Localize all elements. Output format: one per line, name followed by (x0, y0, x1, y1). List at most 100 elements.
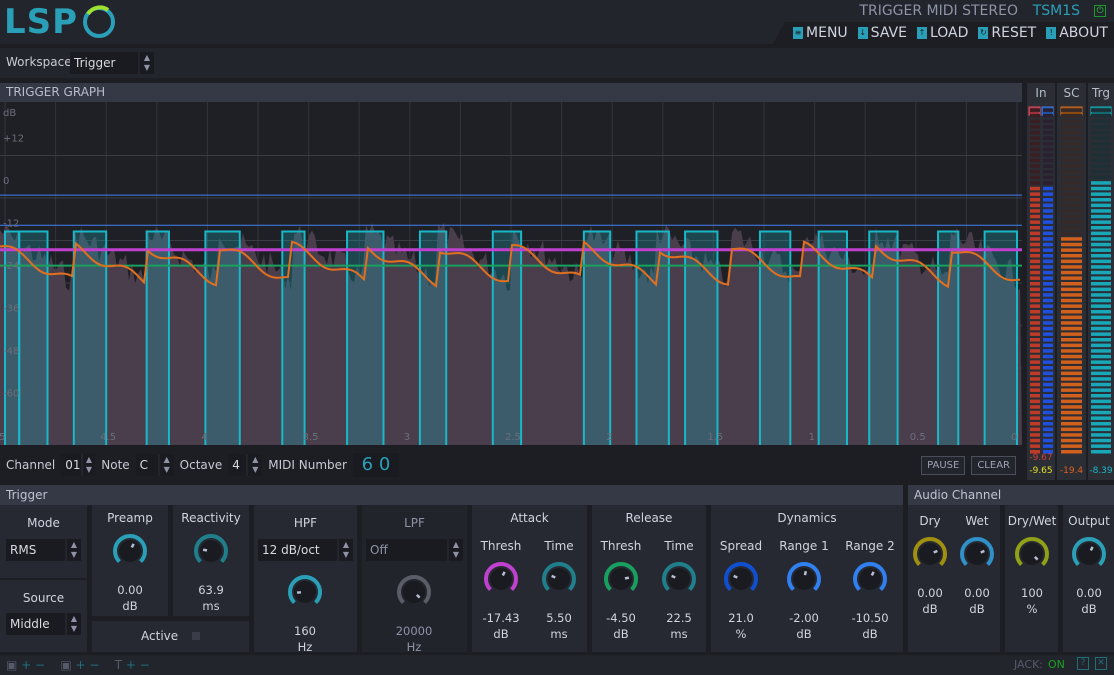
pause-button[interactable]: PAUSE (921, 455, 966, 475)
in-left-bar (1030, 438, 1040, 443)
in-right-bar (1043, 203, 1053, 208)
midi-controls: Channel 01 ▲ ▼ Note C ▲ ▼ Octave 4 ▲ ▼ MIDI Nu… (0, 450, 1022, 480)
sc-bar (1061, 209, 1082, 213)
trg-bar (1091, 248, 1111, 252)
trigger-pulse (281, 230, 306, 445)
in-right-bar (1043, 276, 1053, 280)
trg-bar (1091, 377, 1111, 381)
range-1-cap (793, 568, 815, 590)
trg-bar (1091, 405, 1111, 409)
preamp-knob[interactable] (110, 531, 150, 571)
reactivity-unit: ms (202, 599, 220, 613)
help-icon[interactable]: ? (1077, 657, 1089, 670)
sc-bar (1061, 158, 1082, 163)
spin-arrows-icon: ▲ ▼ (65, 539, 81, 561)
in-left-bar (1030, 158, 1040, 163)
load-label: LOAD (929, 25, 969, 41)
lpf-slope-select[interactable]: Off ▲ ▼ (366, 539, 463, 561)
sc-bar (1061, 298, 1082, 303)
attack-time-knob[interactable] (539, 559, 579, 599)
in-left-bar (1030, 259, 1040, 264)
attack-thresh-knob[interactable] (481, 559, 521, 599)
y-axis-unit: dB (3, 108, 16, 119)
sc-bar (1061, 326, 1082, 331)
lpf: 20000 Hz (374, 566, 454, 655)
spread-cap (730, 568, 752, 590)
hpf-slope-select[interactable]: 12 dB/oct ▲ ▼ (258, 539, 353, 561)
trg-bar (1091, 181, 1111, 185)
note-select[interactable]: C ▲ ▼ (135, 454, 174, 476)
trigger-pulse (491, 230, 523, 445)
trg-bar (1091, 265, 1111, 269)
workspace-select[interactable]: Trigger ▲ ▼ (70, 52, 154, 74)
in-right-bar (1043, 315, 1053, 320)
note-value: C (139, 458, 149, 472)
in-left-bar (1030, 315, 1040, 320)
in-right-bar (1043, 259, 1053, 264)
sc-bar (1061, 231, 1082, 236)
in-right-bar (1043, 142, 1053, 146)
release-time-knob[interactable] (659, 559, 699, 599)
in-left-bar (1030, 192, 1040, 196)
in-left-bar (1030, 349, 1040, 353)
trigger-pulse (937, 230, 960, 445)
spin-arrows-icon: ▲ ▼ (65, 613, 81, 635)
sc-bar (1061, 242, 1082, 247)
source-select[interactable]: Middle ▲ ▼ (6, 613, 81, 635)
about-button[interactable]: ! ABOUT (1046, 22, 1108, 44)
wet-knob[interactable] (957, 534, 997, 574)
channel-select[interactable]: 01 ▲ ▼ (61, 454, 96, 476)
in-left-bar (1030, 203, 1040, 208)
sc-bar (1061, 237, 1082, 241)
fullscreen-icon[interactable]: ✕ (1095, 657, 1107, 670)
reactivity-pointer (202, 548, 208, 552)
octave-select[interactable]: 4 ▲ ▼ (228, 454, 263, 476)
in-left-bar (1030, 399, 1040, 404)
mode-label: Mode (27, 516, 60, 530)
sc-bar (1061, 310, 1082, 314)
hpf-knob[interactable] (285, 572, 325, 612)
in-left-bar (1030, 242, 1040, 247)
in-left-bar (1030, 108, 1040, 112)
release-thresh-knob[interactable] (601, 559, 641, 599)
output-knob[interactable] (1069, 534, 1109, 574)
in-left-bar (1030, 125, 1040, 129)
reactivity: Reactivity 63.9 ms (171, 511, 251, 614)
source-label: Source (22, 591, 65, 605)
range-2-knob[interactable] (850, 559, 890, 599)
about-icon: ! (1046, 27, 1057, 39)
in-right-bar (1043, 433, 1053, 437)
in-left-peak: -9.67 (1029, 453, 1053, 463)
in-left-bar (1030, 422, 1040, 426)
clear-button[interactable]: CLEAR (971, 455, 1016, 475)
sc-bar (1061, 321, 1082, 325)
trigger-pulse (817, 230, 848, 445)
in-left-bar (1030, 326, 1040, 331)
save-button[interactable]: ↓ SAVE (857, 22, 907, 44)
meter-trg-label: Trg (1092, 86, 1110, 100)
trigger-pulse (72, 230, 108, 445)
lpf-knob[interactable] (394, 572, 434, 612)
in-left-bar (1030, 265, 1040, 269)
spread-knob[interactable] (721, 559, 761, 599)
in-right-bar (1043, 360, 1053, 364)
in-right-bar (1043, 237, 1053, 241)
trigger-pulse (418, 230, 448, 445)
in-left-bar (1030, 433, 1040, 437)
preamp-unit: dB (122, 599, 138, 613)
menu-button[interactable]: ≡ MENU (793, 22, 848, 44)
sc-bar (1061, 153, 1082, 157)
power-icon[interactable]: ⏻ (1094, 5, 1106, 17)
range-1-knob[interactable] (784, 559, 824, 599)
range-2-pointer (870, 571, 875, 577)
in-right-bar (1043, 130, 1053, 135)
footer-layout-icons[interactable]: ▣ + − ▣ + − T + − (6, 658, 150, 672)
mode-select[interactable]: RMS ▲ ▼ (6, 539, 81, 561)
drywet-knob[interactable] (1012, 534, 1052, 574)
in-right-bar (1043, 349, 1053, 353)
load-button[interactable]: ↑ LOAD (916, 22, 969, 44)
reset-button[interactable]: ↻ RESET (978, 22, 1036, 44)
reactivity-knob[interactable] (191, 531, 231, 571)
in-left-bar (1030, 310, 1040, 314)
save-label: SAVE (870, 25, 907, 41)
